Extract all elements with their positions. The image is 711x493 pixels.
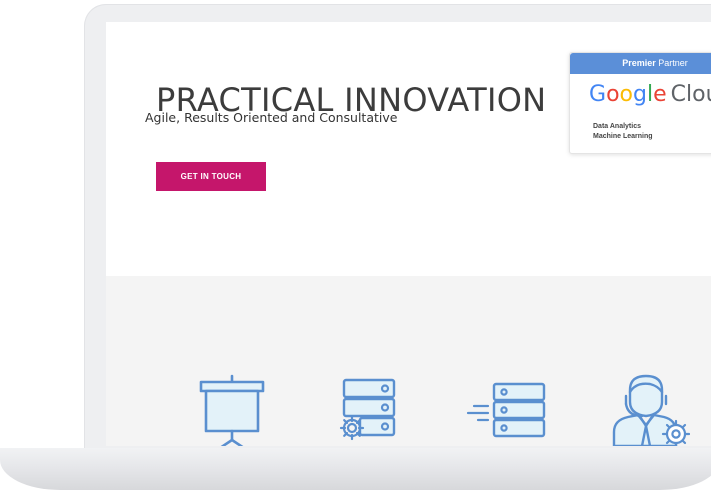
services-section [106,276,711,446]
server-settings-icon [339,378,396,441]
premier-partner-badge: Premier Partner GoogleCloud Data Analyti… [569,52,711,154]
support-agent-icon [612,374,690,446]
fast-server-icon [466,382,546,438]
badge-specialization: Machine Learning [593,133,653,140]
laptop-screen: PRACTICAL INNOVATION Agile, Results Orie… [106,22,711,446]
presentation-board-icon [199,374,265,446]
badge-header: Premier Partner [570,53,711,74]
laptop-base [0,448,711,490]
get-in-touch-button[interactable]: GET IN TOUCH [156,162,266,191]
badge-product: Cloud [670,82,711,107]
badge-header-bold: Premier [622,58,656,68]
google-cloud-logo: GoogleCloud [589,84,711,106]
badge-header-rest: Partner [655,58,688,68]
badge-specialization: Data Analytics [593,123,641,130]
page-subtitle: Agile, Results Oriented and Consultative [145,110,398,125]
